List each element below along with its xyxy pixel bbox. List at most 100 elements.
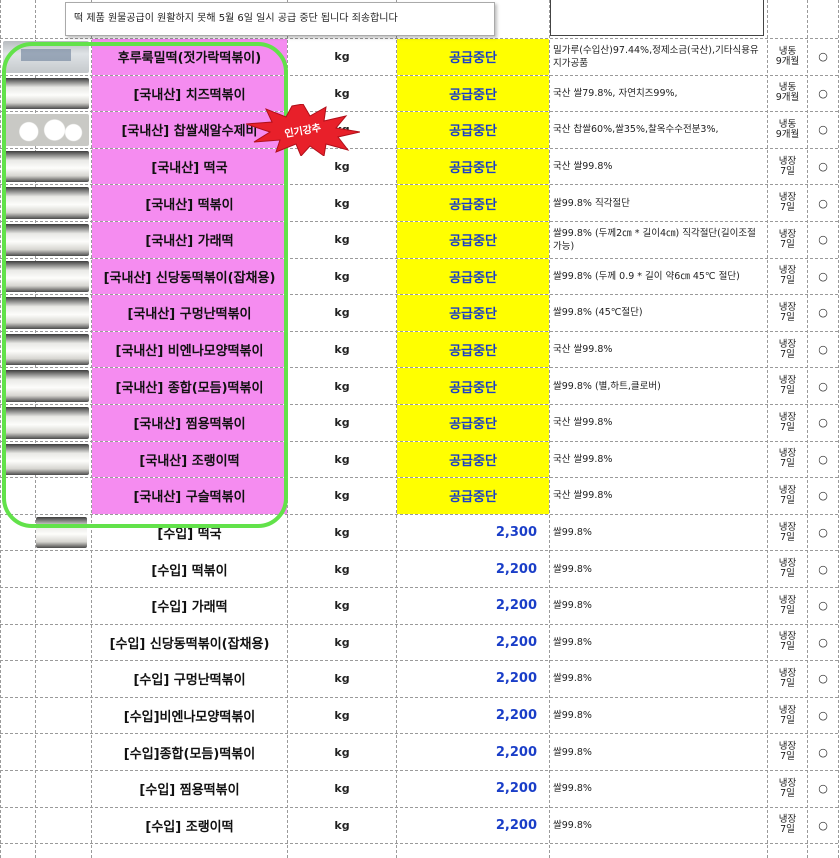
- unit-cell: kg: [288, 442, 396, 478]
- product-photo: [3, 260, 89, 293]
- product-name: [수입] 신당동떡볶이(잡채용): [92, 625, 287, 661]
- product-name: [국내산] 떡볶이: [92, 185, 287, 221]
- ingredients-cell: 쌀99.8% (별,하트,클로버): [550, 368, 767, 404]
- unit-cell: kg: [288, 698, 396, 734]
- product-name-text: [수입] 조랭이떡: [145, 819, 234, 835]
- product-name-text: [국내산] 떡국: [151, 161, 228, 177]
- availability-mark-text: ○: [818, 745, 828, 759]
- price-cell-text: 공급중단: [449, 161, 497, 177]
- storage-cell-text: 냉장 7일: [778, 704, 797, 726]
- product-name-text: [국내산] 구슬떡볶이: [133, 490, 246, 506]
- unit-cell-text: kg: [334, 86, 350, 100]
- ingredients-cell: 국산 쌀99.8%: [550, 478, 767, 514]
- product-name-text: [국내산] 신당동떡볶이(잡채용): [103, 270, 276, 286]
- ingredients-cell-text: 쌀99.8% 직각절단: [553, 197, 630, 209]
- ingredients-cell-text: 쌀99.8%: [553, 819, 592, 831]
- product-name: [수입] 떡볶이: [92, 551, 287, 587]
- unit-cell: kg: [288, 405, 396, 441]
- unit-cell-text: kg: [334, 599, 350, 613]
- ingredients-cell-text: 쌀99.8%: [553, 636, 592, 648]
- ingredients-cell-text: 쌀99.8% (두께 0.9 * 길이 약6㎝ 45℃ 절단): [553, 270, 740, 282]
- availability-mark-text: ○: [818, 50, 828, 64]
- availability-mark: ○: [808, 808, 838, 844]
- price-cell-text: 공급중단: [449, 234, 497, 250]
- unit-cell-text: kg: [334, 160, 350, 174]
- product-photo: [3, 407, 89, 439]
- product-photo: [36, 516, 87, 549]
- product-name: [수입] 구멍난떡볶이: [92, 661, 287, 697]
- price-cell-text: 2,200: [495, 708, 537, 724]
- product-name-text: [수입] 신당동떡볶이(잡채용): [109, 636, 270, 652]
- product-name-text: [수입] 떡볶이: [151, 563, 228, 579]
- product-name-text: [수입] 구멍난떡볶이: [133, 673, 246, 689]
- unit-cell: kg: [288, 295, 396, 331]
- storage-cell-text: 냉장 7일: [778, 192, 797, 214]
- availability-mark: ○: [808, 295, 838, 331]
- unit-cell: kg: [288, 661, 396, 697]
- price-cell-text: 2,200: [495, 744, 537, 760]
- unit-cell: kg: [288, 551, 396, 587]
- availability-mark-text: ○: [818, 526, 828, 540]
- ingredients-cell: 쌀99.8% (두께2㎝ * 길이4㎝) 직각절단(길이조절 가능): [550, 222, 767, 258]
- unit-cell-text: kg: [334, 196, 350, 210]
- unit-cell: kg: [288, 808, 396, 844]
- ingredients-cell: 쌀99.8%: [550, 515, 767, 551]
- storage-cell: 냉장 7일: [768, 808, 807, 844]
- storage-cell-text: 냉동 9개월: [775, 45, 800, 67]
- availability-mark-text: ○: [818, 599, 828, 613]
- price-cell-text: 공급중단: [449, 307, 497, 323]
- unit-cell-text: kg: [334, 269, 350, 283]
- storage-cell-text: 냉장 7일: [778, 301, 797, 323]
- product-name-text: [국내산] 종합(모듬)떡볶이: [115, 380, 264, 396]
- ingredients-cell-text: 쌀99.8%: [553, 710, 592, 722]
- product-name: [수입] 떡국: [92, 515, 287, 551]
- ingredients-cell-text: 밀가루(수입산)97.44%,정제소금(국산),기타식용유지가공품: [553, 44, 759, 69]
- product-photo: [3, 41, 89, 73]
- availability-mark: ○: [808, 149, 838, 185]
- ingredients-cell-text: 국산 쌀99.8%: [553, 161, 613, 173]
- ingredients-cell: 쌀99.8%: [550, 625, 767, 661]
- availability-mark-text: ○: [818, 709, 828, 723]
- ingredients-cell-text: 쌀99.8%: [553, 746, 592, 758]
- unit-cell: kg: [288, 368, 396, 404]
- product-name-text: [국내산] 치즈떡볶이: [133, 87, 246, 103]
- ingredients-cell-text: 국산 쌀99.8%: [553, 453, 613, 465]
- price-cell-text: 공급중단: [449, 87, 497, 103]
- price-cell-text: 공급중단: [449, 344, 497, 360]
- product-name: [수입] 가래떡: [92, 588, 287, 624]
- storage-cell-text: 냉장 7일: [778, 228, 797, 250]
- product-name-text: [수입] 떡국: [157, 527, 222, 543]
- product-name-text: [수입]종합(모듬)떡볶이: [123, 746, 256, 762]
- header-cell-box: [550, 0, 764, 36]
- availability-mark-text: ○: [818, 782, 828, 796]
- storage-cell-text: 냉장 7일: [778, 484, 797, 506]
- product-name-text: [국내산] 가래떡: [145, 234, 234, 250]
- product-name: [국내산] 종합(모듬)떡볶이: [92, 368, 287, 404]
- price-cell: 공급중단: [397, 368, 549, 404]
- product-photo: [3, 333, 89, 366]
- price-cell-text: 2,200: [495, 598, 537, 614]
- storage-cell: 냉장 7일: [768, 405, 807, 441]
- unit-cell-text: kg: [334, 306, 350, 320]
- ingredients-cell: 국산 쌀99.8%: [550, 442, 767, 478]
- storage-cell-text: 냉장 7일: [778, 448, 797, 470]
- product-name-text: [국내산] 떡볶이: [145, 197, 234, 213]
- storage-cell: 냉장 7일: [768, 149, 807, 185]
- price-cell: 공급중단: [397, 478, 549, 514]
- ingredients-cell: 쌀99.8% 직각절단: [550, 185, 767, 221]
- storage-cell-text: 냉장 7일: [778, 667, 797, 689]
- storage-cell-text: 냉장 7일: [778, 814, 797, 836]
- product-name-text: [국내산] 조랭이떡: [139, 453, 240, 469]
- price-cell: 공급중단: [397, 39, 549, 75]
- ingredients-cell-text: 국산 쌀79.8%, 자연치즈99%,: [553, 87, 678, 99]
- product-name-text: [국내산] 구멍난떡볶이: [127, 307, 252, 323]
- storage-cell: 냉장 7일: [768, 625, 807, 661]
- unit-cell-text: kg: [334, 452, 350, 466]
- unit-cell-text: kg: [334, 562, 350, 576]
- ingredients-cell-text: 쌀99.8%: [553, 527, 592, 539]
- price-cell: 공급중단: [397, 295, 549, 331]
- ingredients-cell-text: 국산 찹쌀60%,쌀35%,찰옥수수전분3%,: [553, 124, 719, 136]
- ingredients-cell-text: 쌀99.8% (별,하트,클로버): [553, 380, 661, 392]
- storage-cell: 냉장 7일: [768, 368, 807, 404]
- storage-cell-text: 냉장 7일: [778, 594, 797, 616]
